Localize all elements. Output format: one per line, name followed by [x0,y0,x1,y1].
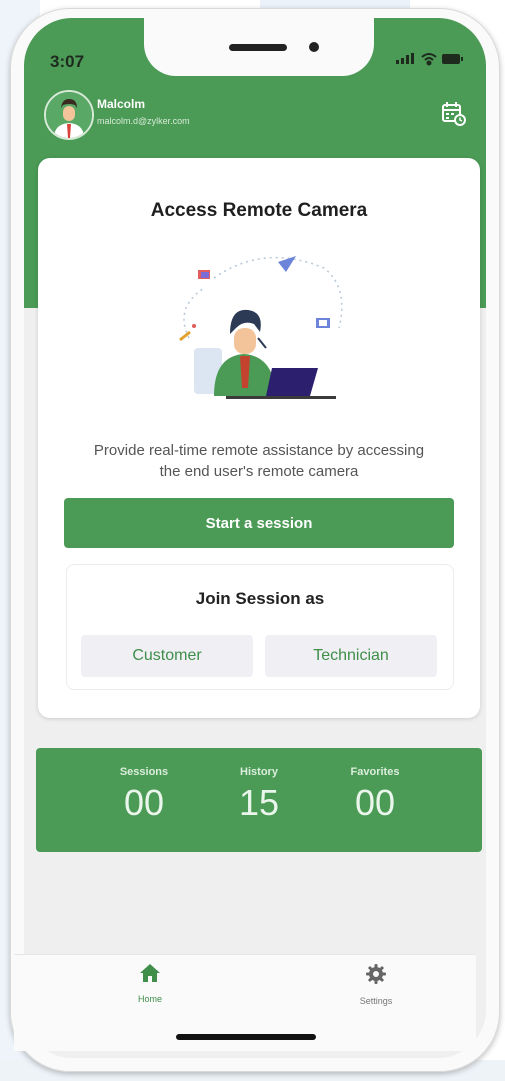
status-icons [396,50,466,68]
start-session-button[interactable]: Start a session [64,498,454,548]
stat-favorites-value: 00 [354,782,396,823]
support-illustration [174,248,354,408]
battery-icon [442,54,463,64]
gear-icon [366,964,386,984]
description-line-1: Provide real-time remote assistance by a… [93,442,425,459]
home-indicator[interactable] [176,1034,316,1040]
stats-panel: Sessions 00 History 15 Favorites 00 [36,748,482,852]
stat-sessions[interactable]: Sessions 00 [94,766,194,824]
front-camera [309,42,319,52]
stat-history-label: History [240,766,278,778]
status-time: 3:07 [50,52,85,71]
join-session-panel: Join Session as Customer Technician [66,564,454,690]
card-title: Access Remote Camera [150,200,368,221]
tab-settings[interactable]: Settings [336,963,416,1006]
user-email: malcolm.d@zylker.com [97,116,190,126]
user-avatar[interactable] [44,90,94,140]
description-line-2: the end user's remote camera [159,463,359,480]
tab-home[interactable]: Home [110,963,190,1004]
join-as-customer-button[interactable]: Customer [81,635,253,677]
card-description: Provide real-time remote assistance by a… [58,440,460,482]
stat-favorites-label: Favorites [350,766,400,778]
wifi-icon [421,53,437,66]
speaker [229,44,287,51]
join-session-title: Join Session as [195,589,325,608]
stat-sessions-label: Sessions [119,766,169,778]
calendar-icon[interactable] [440,100,466,126]
home-icon [140,964,160,982]
signal-icon [396,53,414,64]
stat-favorites[interactable]: Favorites 00 [325,766,425,824]
tab-home-label: Home [137,994,162,1004]
join-as-technician-button[interactable]: Technician [265,635,437,677]
user-name: Malcolm [97,97,146,111]
stat-history[interactable]: History 15 [209,766,309,824]
tab-settings-label: Settings [359,996,393,1006]
stat-sessions-value: 00 [123,782,165,823]
remote-camera-card: Access Remote Camera Provide real-time r… [38,158,480,718]
stat-history-value: 15 [238,782,280,823]
